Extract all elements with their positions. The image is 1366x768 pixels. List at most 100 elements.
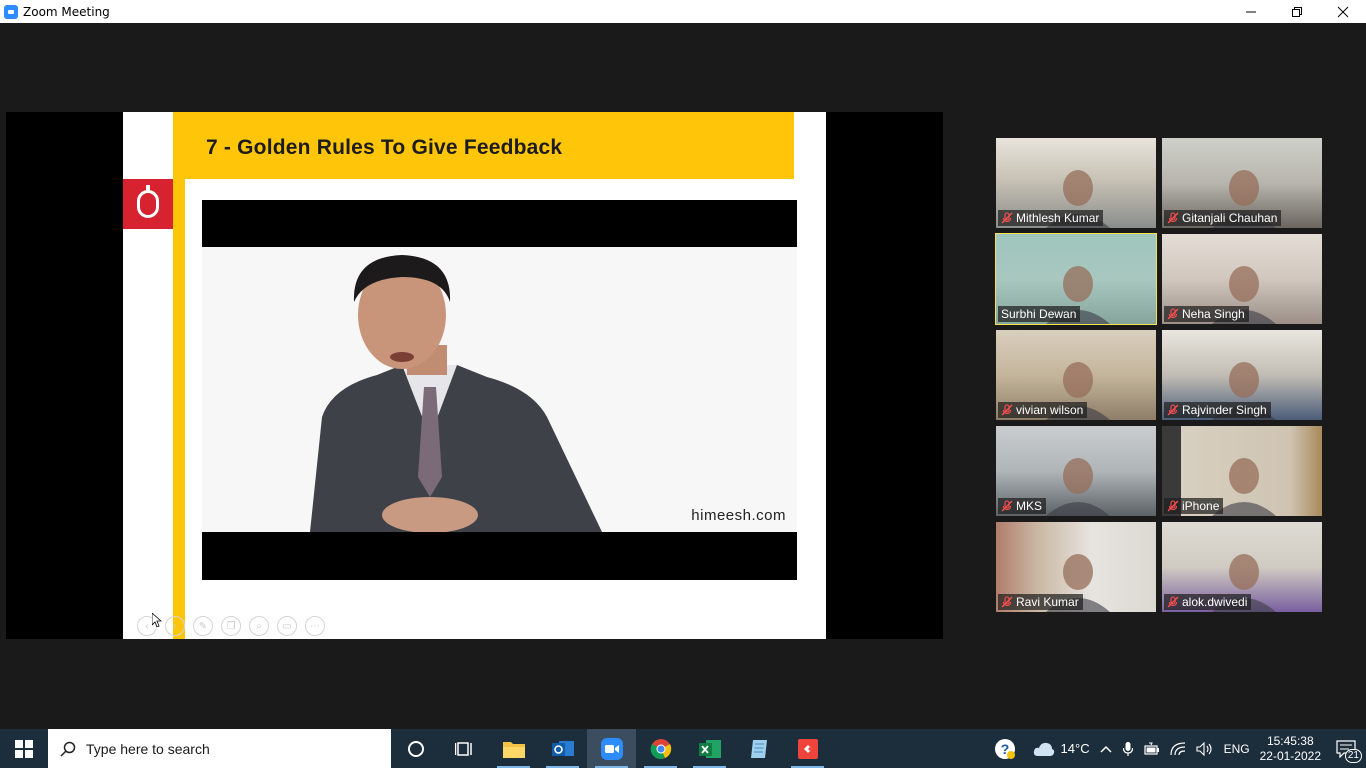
presentation-slide: 7 - Golden Rules To Give Feedback himees… <box>123 112 826 639</box>
copy-slide-button[interactable]: ❐ <box>221 616 241 636</box>
participant-tile[interactable]: Neha Singh <box>1162 234 1322 324</box>
excel-button[interactable] <box>685 729 734 768</box>
minimize-button[interactable] <box>1228 0 1274 23</box>
cortana-icon <box>407 740 424 757</box>
clock-date: 22-01-2022 <box>1259 748 1321 763</box>
minimize-icon <box>1246 11 1256 12</box>
title-bar: Zoom Meeting <box>0 0 1366 23</box>
screen-share-area[interactable]: 7 - Golden Rules To Give Feedback himees… <box>6 112 943 639</box>
cortana-button[interactable] <box>391 729 440 768</box>
participant-name-label: Ravi Kumar <box>998 594 1083 610</box>
participant-tile[interactable]: Rajvinder Singh <box>1162 330 1322 420</box>
notes-app-button[interactable] <box>734 729 783 768</box>
chrome-button[interactable] <box>636 729 685 768</box>
muted-microphone-icon <box>1167 596 1179 608</box>
anydesk-icon <box>797 738 818 759</box>
participant-name-label: Mithlesh Kumar <box>998 210 1104 226</box>
excel-icon <box>698 739 721 758</box>
search-icon <box>60 741 76 757</box>
clock-time: 15:45:38 <box>1266 733 1314 748</box>
subtitle-button[interactable]: ▭ <box>277 616 297 636</box>
windows-logo-icon <box>15 739 33 758</box>
input-language-button[interactable]: ENG <box>1219 729 1255 768</box>
restore-icon <box>1292 6 1302 17</box>
participant-tile[interactable]: Surbhi Dewan <box>995 233 1157 325</box>
next-slide-button[interactable]: › <box>165 616 185 636</box>
participant-name: Ravi Kumar <box>1016 595 1079 609</box>
outlook-icon <box>551 740 574 756</box>
participant-name: iPhone <box>1182 499 1220 513</box>
folder-icon <box>502 741 525 758</box>
microphone-tray-button[interactable] <box>1117 729 1139 768</box>
notes-icon <box>750 739 767 758</box>
muted-microphone-icon <box>1001 500 1013 512</box>
volume-tray-button[interactable] <box>1191 729 1219 768</box>
participant-name-label: vivian wilson <box>998 402 1088 418</box>
embedded-video[interactable]: himeesh.com <box>202 200 797 580</box>
brand-logo <box>123 179 173 229</box>
participant-tile[interactable]: Mithlesh Kumar <box>996 138 1156 228</box>
zoom-slide-button[interactable]: ⌕ <box>249 616 269 636</box>
muted-microphone-icon <box>1167 404 1179 416</box>
taskbar-search-box[interactable] <box>48 729 391 768</box>
participant-name-label: Gitanjali Chauhan <box>1164 210 1282 226</box>
participant-tile[interactable]: MKS <box>996 426 1156 516</box>
participant-tile[interactable]: Ravi Kumar <box>996 522 1156 612</box>
participant-name: vivian wilson <box>1016 403 1084 417</box>
language-indicator: ENG <box>1223 741 1250 756</box>
slide-title: 7 - Golden Rules To Give Feedback <box>206 136 563 159</box>
show-hidden-icons-button[interactable] <box>1095 729 1117 768</box>
slide-navigation-tools: ‹ › ✎ ❐ ⌕ ▭ ⋯ <box>137 616 325 636</box>
clock-button[interactable]: 15:45:38 22-01-2022 <box>1255 729 1326 768</box>
participant-name: Rajvinder Singh <box>1182 403 1267 417</box>
participant-name: MKS <box>1016 499 1043 513</box>
window-title: Zoom Meeting <box>23 4 110 19</box>
zoom-app-icon <box>4 4 18 19</box>
chevron-up-icon <box>1100 745 1112 753</box>
participant-tile[interactable]: vivian wilson <box>996 330 1156 420</box>
muted-microphone-icon <box>1001 404 1013 416</box>
battery-tray-button[interactable] <box>1139 729 1165 768</box>
start-button[interactable] <box>0 729 48 768</box>
participant-name: alok.dwivedi <box>1182 595 1248 609</box>
muted-microphone-icon <box>1167 308 1179 320</box>
weather-widget[interactable]: 14°C <box>1028 729 1095 768</box>
wifi-tray-button[interactable] <box>1165 729 1191 768</box>
participant-tile[interactable]: alok.dwivedi <box>1162 522 1322 612</box>
task-view-button[interactable] <box>440 729 489 768</box>
wifi-icon <box>1169 741 1185 755</box>
participant-name: Gitanjali Chauhan <box>1182 211 1278 225</box>
presenter-figure <box>202 247 797 532</box>
weather-temperature: 14°C <box>1060 741 1090 756</box>
participant-name: Mithlesh Kumar <box>1016 211 1100 225</box>
search-input[interactable] <box>86 740 366 757</box>
participant-tile[interactable]: Gitanjali Chauhan <box>1162 138 1322 228</box>
participant-tile[interactable]: iPhone <box>1162 426 1322 516</box>
pen-tool-button[interactable]: ✎ <box>193 616 213 636</box>
slide-accent-bar <box>173 112 185 639</box>
restore-button[interactable] <box>1274 0 1320 23</box>
window-controls <box>1228 0 1366 23</box>
mouse-cursor-icon <box>152 613 162 627</box>
action-center-button[interactable]: 21 <box>1326 729 1366 768</box>
zoom-taskbar-button[interactable] <box>587 729 636 768</box>
video-frame: himeesh.com <box>202 247 797 532</box>
muted-microphone-icon <box>1001 596 1013 608</box>
more-options-button[interactable]: ⋯ <box>305 616 325 636</box>
anydesk-button[interactable] <box>783 729 832 768</box>
system-tray: ? 14°C ENG 15:45:38 22-01-2022 21 <box>982 729 1366 768</box>
participant-name: Surbhi Dewan <box>1001 307 1077 321</box>
participant-name-label: alok.dwivedi <box>1164 594 1252 610</box>
chrome-icon <box>650 738 671 759</box>
battery-icon <box>1143 742 1159 755</box>
file-explorer-button[interactable] <box>489 729 538 768</box>
muted-microphone-icon <box>1167 500 1179 512</box>
close-button[interactable] <box>1320 0 1366 23</box>
task-view-icon <box>454 741 472 756</box>
participant-name: Neha Singh <box>1182 307 1245 321</box>
windows-taskbar: ? 14°C <box>0 729 1366 768</box>
outlook-button[interactable] <box>538 729 587 768</box>
microphone-icon <box>1122 741 1133 756</box>
help-tray-button[interactable]: ? <box>982 729 1028 768</box>
volume-icon <box>1196 741 1212 756</box>
